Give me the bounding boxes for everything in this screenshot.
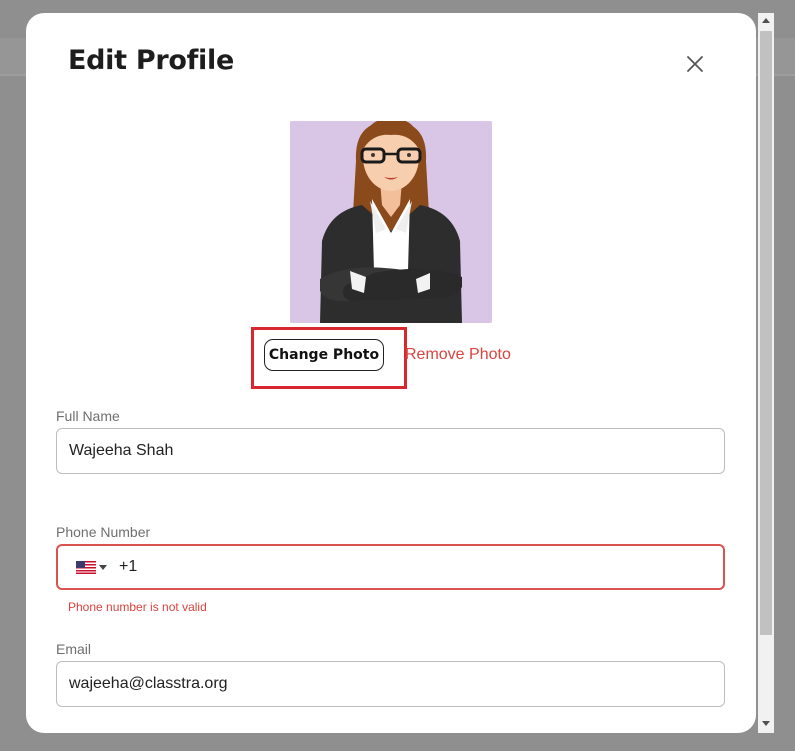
scroll-up-arrow-icon[interactable] [762, 18, 770, 23]
email-input[interactable]: wajeeha@classtra.org [56, 661, 725, 707]
close-button[interactable] [682, 51, 708, 77]
chevron-down-icon [99, 564, 107, 570]
full-name-label: Full Name [56, 408, 120, 424]
change-photo-button[interactable]: Change Photo [264, 339, 384, 371]
email-label: Email [56, 641, 92, 657]
phone-number-value: +1 [119, 558, 138, 575]
full-name-value: Wajeeha Shah [69, 442, 174, 459]
scroll-thumb[interactable] [760, 31, 772, 635]
phone-error-message: Phone number is not valid [68, 600, 207, 614]
modal-title: Edit Profile [68, 45, 234, 76]
scroll-down-arrow-icon[interactable] [762, 721, 770, 726]
avatar-illustration [290, 121, 492, 323]
edit-profile-modal: Edit Profile Change Photo Remove Photo F… [26, 13, 756, 733]
us-flag-icon [76, 560, 96, 574]
scrollbar[interactable] [758, 13, 774, 733]
full-name-input[interactable]: Wajeeha Shah [56, 428, 725, 474]
remove-photo-link[interactable]: Remove Photo [405, 346, 511, 364]
close-icon [687, 56, 703, 72]
profile-avatar [290, 121, 492, 323]
email-value: wajeeha@classtra.org [69, 675, 228, 692]
phone-number-input[interactable]: +1 [56, 544, 725, 590]
phone-number-label: Phone Number [56, 524, 151, 540]
country-code-select[interactable] [76, 560, 107, 574]
